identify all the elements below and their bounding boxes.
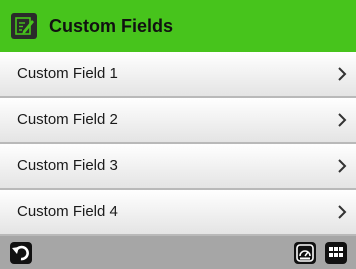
dashboard-button[interactable]: [294, 242, 316, 264]
gauge-icon: [294, 242, 316, 264]
custom-field-label: Custom Field 2: [17, 111, 118, 128]
custom-field-item-3[interactable]: Custom Field 3: [0, 144, 356, 190]
bottom-toolbar: [0, 236, 356, 269]
custom-field-label: Custom Field 4: [17, 203, 118, 220]
title-bar: Custom Fields: [0, 0, 356, 52]
chevron-right-icon: [336, 204, 348, 220]
custom-fields-screen: Custom Fields Custom Field 1 Custom Fiel…: [0, 0, 356, 269]
custom-field-list: Custom Field 1 Custom Field 2 Custom Fie…: [0, 52, 356, 236]
grid-menu-icon: [325, 242, 347, 264]
chevron-right-icon: [336, 112, 348, 128]
back-button[interactable]: [10, 242, 32, 264]
menu-button[interactable]: [325, 242, 347, 264]
custom-field-item-2[interactable]: Custom Field 2: [0, 98, 356, 144]
edit-note-icon: [11, 13, 37, 39]
custom-field-item-4[interactable]: Custom Field 4: [0, 190, 356, 236]
custom-field-item-1[interactable]: Custom Field 1: [0, 52, 356, 98]
custom-field-label: Custom Field 1: [17, 65, 118, 82]
chevron-right-icon: [336, 158, 348, 174]
custom-field-label: Custom Field 3: [17, 157, 118, 174]
chevron-right-icon: [336, 66, 348, 82]
back-arrow-icon: [10, 242, 32, 264]
page-title: Custom Fields: [49, 16, 174, 36]
